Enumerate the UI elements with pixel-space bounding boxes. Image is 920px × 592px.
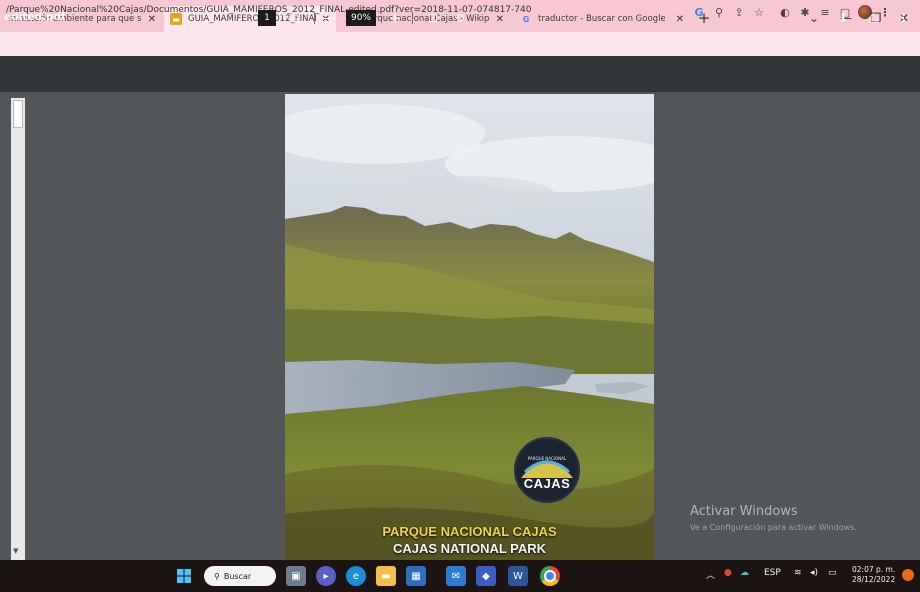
toolbar-divider xyxy=(314,12,315,24)
chrome-icon[interactable] xyxy=(540,566,560,586)
taskbar-clock[interactable]: 02:07 p. m. 28/12/2022 xyxy=(852,565,895,585)
reading-list-icon[interactable]: ≡ xyxy=(816,3,834,21)
cajas-logo-subtext: PARQUE NACIONAL xyxy=(527,456,567,461)
mail-icon[interactable]: ✉ xyxy=(446,566,466,586)
app-icon[interactable]: ◆ xyxy=(476,566,496,586)
cover-photo xyxy=(285,94,654,560)
pdf-page-cover: CAJAS PARQUE NACIONAL PARQUE NACIONAL CA… xyxy=(285,94,654,560)
toolbar-divider xyxy=(412,12,413,24)
rotate-icon[interactable]: ⟲ xyxy=(450,9,468,27)
tray-overflow-icon[interactable]: ︿ xyxy=(706,568,715,581)
tray-cloud-icon[interactable]: ☁ xyxy=(740,568,749,578)
download-icon[interactable]: ⬇ xyxy=(834,9,852,27)
google-translate-icon[interactable]: G xyxy=(690,3,708,21)
cajas-logo-text: CAJAS xyxy=(523,476,571,491)
address-bar xyxy=(0,32,920,56)
activate-windows-title: Activar Windows xyxy=(690,504,798,519)
scroll-down-arrow-icon[interactable]: ▼ xyxy=(13,547,18,555)
clock-time: 02:07 p. m. xyxy=(852,565,896,574)
search-icon: ⚲ xyxy=(214,571,220,581)
file-explorer-icon[interactable]: ▬ xyxy=(376,566,396,586)
fit-to-page-icon[interactable]: ⊡ xyxy=(424,9,442,27)
zoom-out-button[interactable]: — xyxy=(320,9,338,27)
close-tab-icon[interactable]: ✕ xyxy=(148,14,156,25)
pdf-filename: edited.pdf xyxy=(4,11,66,23)
clock-date: 28/12/2022 xyxy=(852,575,896,584)
puzzle-extensions-icon[interactable]: ✱ xyxy=(796,3,814,21)
store-icon[interactable]: ▦ xyxy=(406,566,426,586)
zoom-icon[interactable]: ⚲ xyxy=(710,3,728,21)
share-icon[interactable]: ⇪ xyxy=(730,3,748,21)
pdf-more-options-icon[interactable]: ⋮ xyxy=(894,9,912,27)
activate-windows-hint: Ve a Configuración para activar Windows. xyxy=(690,523,857,532)
task-view-icon[interactable]: ▣ xyxy=(286,566,306,586)
language-indicator[interactable]: ESP xyxy=(764,568,781,578)
edge-icon[interactable]: e xyxy=(346,566,366,586)
meet-icon[interactable]: ▸ xyxy=(316,566,336,586)
windows-start-icon[interactable] xyxy=(174,566,194,586)
battery-icon[interactable]: ▭ xyxy=(828,568,837,578)
volume-icon[interactable]: ◂) xyxy=(810,568,818,578)
tab-google[interactable]: G traductor - Buscar con Google ✕ xyxy=(514,6,690,32)
notification-icon[interactable] xyxy=(902,569,914,581)
bookmark-star-icon[interactable]: ☆ xyxy=(750,3,768,21)
tray-app-icon[interactable]: ● xyxy=(724,568,732,578)
close-tab-icon[interactable]: ✕ xyxy=(676,14,684,25)
cover-title-en: CAJAS NATIONAL PARK xyxy=(392,541,547,556)
print-icon[interactable]: ⎙ xyxy=(864,9,882,27)
zoom-level-input[interactable]: 90% xyxy=(346,10,376,26)
extension-icon[interactable]: ◐ xyxy=(776,3,794,21)
wifi-icon[interactable]: ≋ xyxy=(794,568,802,578)
pdf-scrollbar[interactable] xyxy=(11,98,25,560)
pdf-toolbar xyxy=(0,56,920,92)
page-total: / 78 xyxy=(280,11,300,22)
taskbar-search[interactable]: ⚲ Buscar xyxy=(204,566,276,586)
taskbar-search-label: Buscar xyxy=(223,571,252,581)
cover-title-es: PARQUE NACIONAL CAJAS xyxy=(382,524,557,539)
close-tab-icon[interactable]: ✕ xyxy=(496,14,504,25)
word-icon[interactable]: W xyxy=(508,566,528,586)
pdf-scrollbar-thumb[interactable] xyxy=(13,100,23,128)
tab-title: traductor - Buscar con Google xyxy=(538,14,666,24)
zoom-in-button[interactable]: + xyxy=(386,9,404,27)
page-number-input[interactable]: 1 xyxy=(258,10,276,26)
